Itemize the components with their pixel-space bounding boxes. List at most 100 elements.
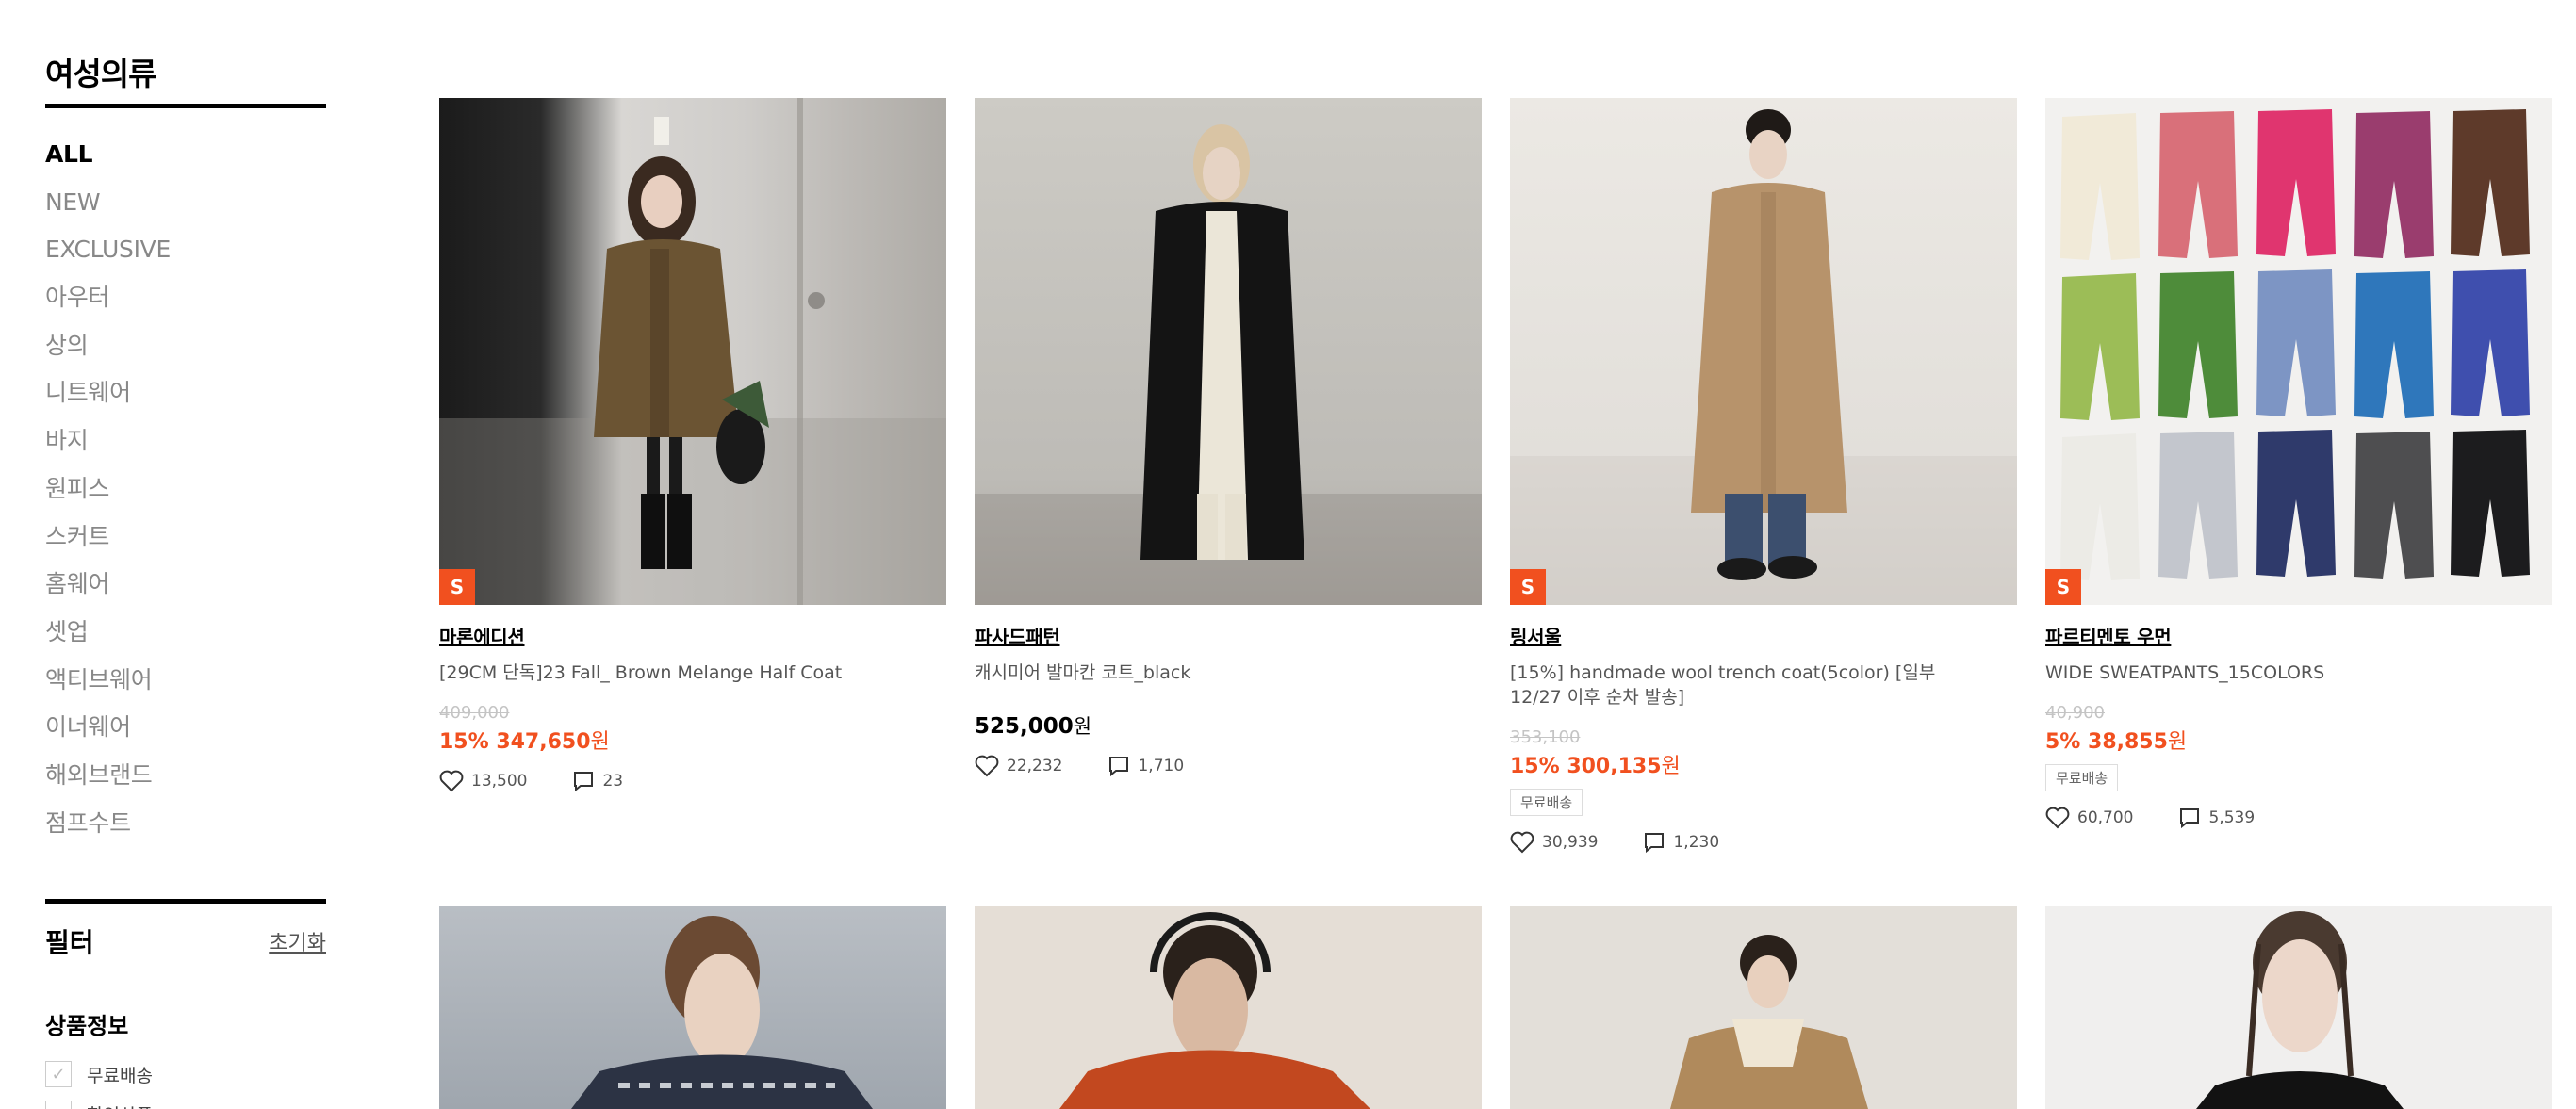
category-item-exclusive[interactable]: EXCLUSIVE — [45, 226, 326, 274]
product-image[interactable]: S — [1510, 98, 2017, 605]
category-item-onepiece[interactable]: 원피스 — [45, 465, 326, 514]
category-item-knitwear[interactable]: 니트웨어 — [45, 369, 326, 417]
product-photo — [2196, 911, 2404, 1109]
filter-title: 필터 — [45, 927, 94, 958]
product-stats: 30,939 1,230 — [1510, 831, 2017, 854]
special-badge: S — [2045, 569, 2081, 605]
comment-icon — [1109, 757, 1129, 777]
product-photo — [975, 124, 1482, 605]
product-image[interactable] — [2045, 906, 2552, 1109]
product-price: 525,000원 — [975, 711, 1482, 740]
currency-unit: 원 — [1661, 755, 1681, 778]
heart-icon — [2045, 807, 2070, 829]
price-value: 525,000 — [975, 714, 1074, 739]
product-stats: 22,232 1,710 — [975, 755, 1482, 777]
product-name[interactable]: WIDE SWEATPANTS_15COLORS — [2045, 661, 2498, 685]
comment-icon — [1645, 833, 1665, 854]
category-item-jumpsuit[interactable]: 점프수트 — [45, 800, 326, 848]
category-item-all[interactable]: ALL — [45, 131, 326, 179]
product-photo — [1510, 109, 2017, 605]
product-brand[interactable]: 마론에디션 — [439, 622, 946, 649]
category-item-overseas-brand[interactable]: 해외브랜드 — [45, 752, 326, 800]
product-card[interactable] — [2045, 906, 2552, 1109]
checkbox-icon[interactable]: ✓ — [45, 1061, 72, 1087]
category-item-top[interactable]: 상의 — [45, 322, 326, 370]
sale-price-value: 15% 300,135 — [1510, 755, 1662, 778]
product-image[interactable]: S — [2045, 98, 2552, 605]
like-button[interactable]: 30,939 — [1510, 831, 1598, 854]
like-count: 13,500 — [471, 772, 528, 791]
filter-option-discount[interactable]: 할인상품 — [45, 1101, 326, 1109]
category-item-new[interactable]: NEW — [45, 179, 326, 227]
product-brand[interactable]: 파사드패턴 — [975, 622, 1482, 649]
category-item-skirt[interactable]: 스커트 — [45, 514, 326, 562]
filter-reset-button[interactable]: 초기화 — [269, 926, 326, 956]
sale-price-value: 15% 347,650 — [439, 730, 591, 754]
category-item-innerwear[interactable]: 이너웨어 — [45, 704, 326, 752]
filter-panel: 필터 초기화 상품정보 ✓ 무료배송 할인상품 — [45, 899, 326, 1109]
category-item-pants[interactable]: 바지 — [45, 417, 326, 465]
product-image[interactable] — [975, 906, 1482, 1109]
heart-icon — [975, 755, 999, 777]
category-item-setup[interactable]: 셋업 — [45, 609, 326, 657]
special-badge: S — [439, 569, 475, 605]
product-card[interactable] — [1510, 906, 2017, 1109]
product-brand[interactable]: 파르티멘토 우먼 — [2045, 622, 2552, 649]
product-image[interactable] — [975, 98, 1482, 605]
currency-unit: 원 — [2167, 730, 2188, 754]
like-count: 30,939 — [1542, 833, 1599, 852]
free-shipping-badge: 무료배송 — [2045, 764, 2119, 791]
like-button[interactable]: 13,500 — [439, 770, 527, 792]
review-count: 1,710 — [1138, 757, 1185, 775]
product-photo — [1670, 935, 1868, 1109]
product-photo — [2060, 109, 2530, 580]
currency-unit: 원 — [1073, 715, 1092, 738]
comment-icon — [574, 772, 594, 792]
filter-section-title: 상품정보 — [45, 1013, 129, 1039]
product-card[interactable]: 파사드패턴 캐시미어 발마칸 코트_black 525,000원 22,232 … — [975, 98, 1482, 777]
like-button[interactable]: 60,700 — [2045, 807, 2133, 829]
checkbox-icon[interactable] — [45, 1101, 72, 1109]
product-stats: 60,700 5,539 — [2045, 807, 2552, 829]
sale-price: 5% 38,855원 — [2045, 725, 2552, 755]
like-count: 60,700 — [2077, 808, 2134, 827]
product-image[interactable] — [439, 906, 946, 1109]
product-card[interactable] — [439, 906, 946, 1109]
product-brand[interactable]: 링서울 — [1510, 622, 2017, 649]
review-button[interactable]: 23 — [572, 770, 623, 792]
sale-price: 15% 347,650원 — [439, 725, 946, 755]
free-shipping-badge: 무료배송 — [1510, 789, 1583, 816]
like-button[interactable]: 22,232 — [975, 755, 1062, 777]
review-button[interactable]: 1,230 — [1643, 831, 1719, 854]
product-image[interactable]: S — [439, 98, 946, 605]
product-card[interactable]: S 파르티멘토 우먼 WIDE SWEATPANTS_15COLORS 40,9… — [2045, 98, 2552, 829]
product-name[interactable]: 캐시미어 발마칸 코트_black — [975, 661, 1427, 685]
filter-option-label: 할인상품 — [87, 1101, 153, 1109]
product-name[interactable]: [15%] handmade wool trench coat(5color) … — [1510, 661, 1962, 709]
heart-icon — [1510, 831, 1534, 854]
category-item-activewear[interactable]: 액티브웨어 — [45, 657, 326, 705]
review-button[interactable]: 5,539 — [2178, 807, 2255, 829]
product-photo — [571, 916, 873, 1109]
product-card[interactable]: S 링서울 [15%] handmade wool trench coat(5c… — [1510, 98, 2017, 854]
product-name[interactable]: [29CM 단독]23 Fall_ Brown Melange Half Coa… — [439, 661, 892, 685]
review-count: 23 — [602, 772, 624, 791]
category-item-homewear[interactable]: 홈웨어 — [45, 561, 326, 609]
product-photo — [1059, 912, 1370, 1109]
category-item-outer[interactable]: 아우터 — [45, 274, 326, 322]
sale-price-value: 5% 38,855 — [2045, 730, 2168, 754]
review-button[interactable]: 1,710 — [1108, 755, 1184, 777]
product-card[interactable]: S 마론에디션 [29CM 단독]23 Fall_ Brown Melange … — [439, 98, 946, 792]
category-title: 여성의류 — [45, 0, 326, 108]
filter-option-label: 무료배송 — [87, 1065, 153, 1086]
heart-icon — [439, 770, 464, 792]
currency-unit: 원 — [590, 730, 610, 754]
sale-price: 15% 300,135원 — [1510, 749, 2017, 779]
filter-header: 필터 초기화 — [45, 904, 326, 960]
original-price: 40,900 — [2045, 703, 2105, 723]
product-image[interactable] — [1510, 906, 2017, 1109]
filter-option-free-shipping[interactable]: ✓ 무료배송 — [45, 1061, 326, 1087]
category-list: ALL NEW EXCLUSIVE 아우터 상의 니트웨어 바지 원피스 스커트… — [45, 108, 326, 847]
review-count: 1,230 — [1673, 833, 1720, 852]
product-card[interactable] — [975, 906, 1482, 1109]
